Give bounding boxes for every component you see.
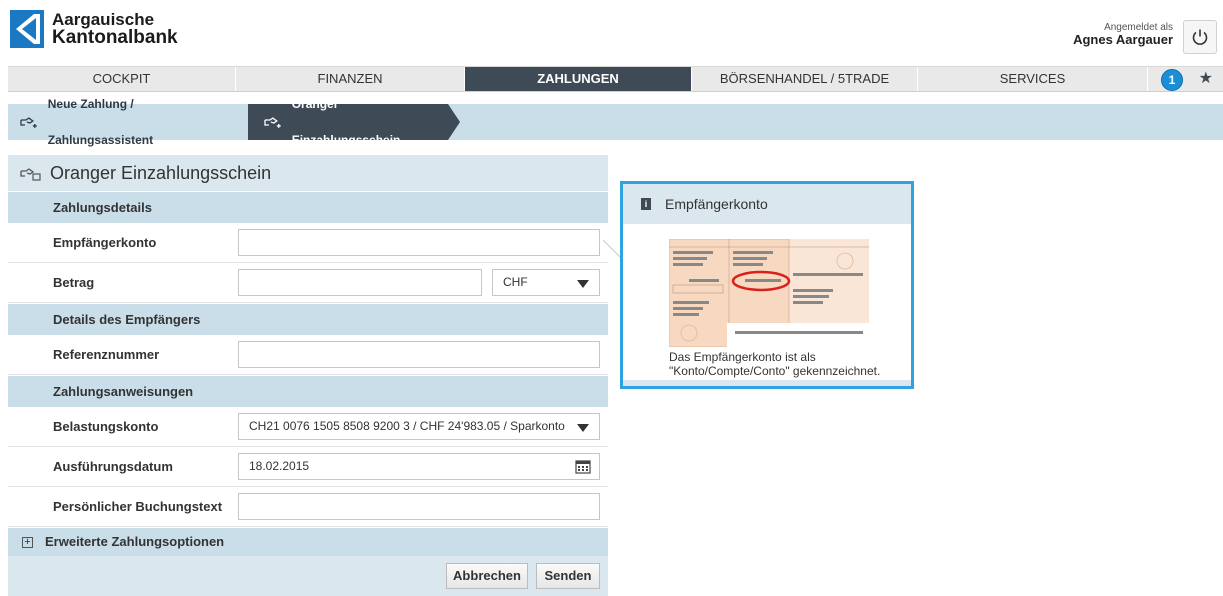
bank-logo[interactable]: Aargauische Kantonalbank	[10, 10, 178, 48]
payment-form: Oranger Einzahlungsschein Zahlungsdetail…	[8, 155, 608, 596]
label-reference: Referenznummer	[53, 347, 160, 362]
currency-value: CHF	[503, 275, 528, 289]
cancel-button[interactable]: Abbrechen	[446, 563, 528, 589]
section-payment-instructions: Zahlungsanweisungen	[8, 375, 608, 407]
user-name: Agnes Aargauer	[1073, 32, 1173, 47]
label-recipient-account: Empfängerkonto	[53, 235, 157, 250]
label-debit-account: Belastungskonto	[53, 419, 159, 434]
nav-services[interactable]: SERVICES	[918, 67, 1148, 91]
favorites-star-icon[interactable]: ★	[1199, 67, 1213, 91]
calendar-icon[interactable]	[575, 459, 591, 474]
nav-boersenhandel[interactable]: BÖRSENHANDEL / 5TRADE	[692, 67, 918, 91]
send-button[interactable]: Senden	[536, 563, 600, 589]
form-title: Oranger Einzahlungsschein	[50, 162, 272, 183]
row-recipient-account: Empfängerkonto	[8, 223, 608, 263]
breadcrumb-step1-label: Neue Zahlung / Zahlungsassistent	[47, 97, 154, 147]
chevron-down-icon	[577, 424, 589, 432]
payment-slip-illustration	[669, 239, 869, 347]
user-info: Angemeldet als Agnes Aargauer	[1073, 22, 1173, 46]
breadcrumb: Neue Zahlung / Zahlungsassistent Oranger…	[8, 97, 1223, 147]
execution-date-value: 18.02.2015	[249, 459, 310, 473]
extended-options-toggle[interactable]: + Erweiterte Zahlungsoptionen	[8, 527, 608, 556]
info-description: Das Empfängerkonto ist als "Konto/Compte…	[669, 350, 909, 378]
breadcrumb-step-assistant[interactable]: Neue Zahlung / Zahlungsassistent	[8, 97, 240, 147]
currency-select[interactable]: CHF	[492, 269, 600, 296]
row-reference: Referenznummer	[8, 335, 608, 375]
form-header: Oranger Einzahlungsschein	[8, 155, 608, 191]
breadcrumb-step2-label: Oranger Einzahlungsschein	[291, 97, 401, 147]
info-icon: i	[641, 198, 651, 210]
nav-zahlungen[interactable]: ZAHLUNGEN	[465, 67, 692, 91]
section-payment-details: Zahlungsdetails	[8, 191, 608, 223]
label-execution-date: Ausführungsdatum	[53, 459, 173, 474]
info-title: Empfängerkonto	[665, 196, 768, 212]
execution-date-input[interactable]: 18.02.2015	[238, 453, 600, 480]
booking-text-input[interactable]	[238, 493, 600, 520]
label-amount: Betrag	[53, 275, 95, 290]
section-recipient-details: Details des Empfängers	[8, 303, 608, 335]
bank-name-line2: Kantonalbank	[52, 27, 178, 48]
power-icon	[1192, 29, 1208, 45]
extended-options-label: Erweiterte Zahlungsoptionen	[45, 534, 225, 549]
form-footer: Abbrechen Senden	[8, 556, 608, 596]
amount-input[interactable]	[238, 269, 482, 296]
reference-input[interactable]	[238, 341, 600, 368]
logout-button[interactable]	[1183, 20, 1217, 54]
chevron-down-icon	[577, 280, 589, 288]
recipient-account-input[interactable]	[238, 229, 600, 256]
payment-hand-icon	[264, 117, 281, 128]
row-amount: Betrag CHF	[8, 263, 608, 303]
info-text-line2: "Konto/Compte/Conto" gekennzeichnet.	[669, 364, 881, 378]
label-booking-text: Persönlicher Buchungstext	[53, 499, 223, 514]
info-text-line1: Das Empfängerkonto ist als	[669, 350, 816, 364]
info-header: i Empfängerkonto	[623, 184, 911, 224]
payment-hand-icon	[20, 117, 37, 128]
debit-account-value: CH21 0076 1505 8508 9200 3 / CHF 24'983.…	[249, 419, 565, 433]
bank-logo-icon	[10, 10, 44, 48]
payment-slip-icon	[20, 168, 41, 181]
notification-badge[interactable]: 1	[1161, 69, 1183, 91]
breadcrumb-step-current[interactable]: Oranger Einzahlungsschein	[248, 97, 448, 147]
row-execution-date: Ausführungsdatum 18.02.2015	[8, 447, 608, 487]
expand-plus-icon: +	[22, 536, 33, 548]
info-footer-bar	[623, 380, 911, 386]
row-booking-text: Persönlicher Buchungstext	[8, 487, 608, 527]
debit-account-select[interactable]: CH21 0076 1505 8508 9200 3 / CHF 24'983.…	[238, 413, 600, 440]
app-header: Aargauische Kantonalbank Angemeldet als …	[0, 0, 1223, 62]
breadcrumb-arrow	[448, 104, 460, 140]
info-panel: i Empfängerkonto Das Empfängerkonto ist …	[620, 181, 914, 389]
row-debit-account: Belastungskonto CH21 0076 1505 8508 9200…	[8, 407, 608, 447]
